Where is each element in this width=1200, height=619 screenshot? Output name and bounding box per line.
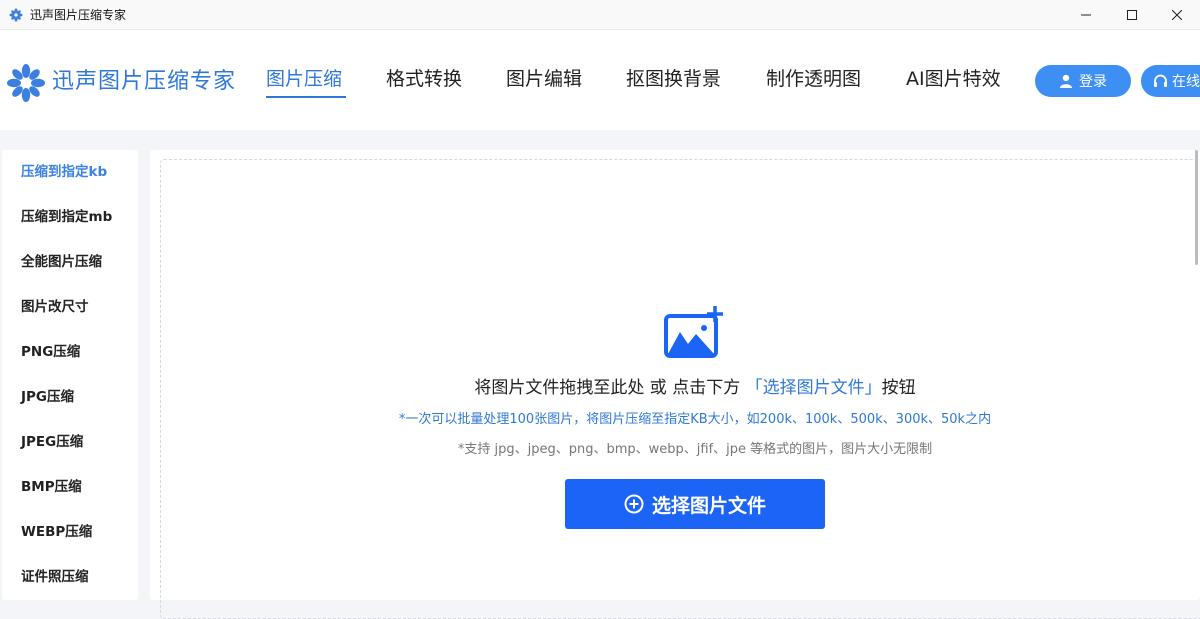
sidebar-item-all-in-one-compress[interactable]: 全能图片压缩: [21, 253, 102, 271]
batch-hint: *一次可以批量处理100张图片，将图片压缩至指定KB大小，如200k、100k、…: [398, 412, 992, 427]
sidebar-item-compress-to-mb[interactable]: 压缩到指定mb: [21, 208, 112, 226]
minimize-button[interactable]: [1063, 0, 1109, 30]
drop-text-suffix: 按钮: [881, 378, 916, 398]
sidebar-item-png-compress[interactable]: PNG压缩: [21, 343, 80, 361]
vertical-scrollbar[interactable]: [1195, 150, 1198, 265]
nav-tab-image-compress[interactable]: 图片压缩: [266, 66, 342, 92]
app-flower-icon: [9, 8, 23, 22]
nav-active-underline: [266, 96, 346, 98]
add-image-icon: [664, 306, 723, 358]
sidebar-item-jpeg-compress[interactable]: JPEG压缩: [21, 433, 83, 451]
drop-instruction: 将图片文件拖拽至此处 或 点击下方 「选择图片文件」按钮: [150, 376, 1200, 400]
close-button[interactable]: [1154, 0, 1200, 30]
nav-tab-transparent-image[interactable]: 制作透明图: [766, 66, 861, 92]
online-service-label: 在线: [1172, 74, 1200, 90]
login-label: 登录: [1079, 74, 1107, 90]
minimize-icon: [1081, 14, 1091, 16]
online-service-button[interactable]: 在线: [1141, 65, 1200, 97]
close-icon: [1172, 10, 1182, 20]
format-hint: *支持 jpg、jpeg、png、bmp、webp、jfif、jpe 等格式的图…: [457, 442, 933, 457]
maximize-button[interactable]: [1109, 0, 1155, 30]
sidebar-item-jpg-compress[interactable]: JPG压缩: [21, 388, 74, 406]
maximize-icon: [1127, 10, 1137, 20]
nav-tab-image-edit[interactable]: 图片编辑: [506, 66, 582, 92]
app-header: 迅声图片压缩专家 图片压缩 格式转换 图片编辑 抠图换背景 制作透明图 AI图片…: [0, 30, 1200, 130]
nav-tab-ai-effects[interactable]: AI图片特效: [906, 66, 1001, 92]
title-bar: 迅声图片压缩专家: [0, 0, 1200, 30]
plus-circle-icon: [624, 494, 644, 514]
main-panel: 将图片文件拖拽至此处 或 点击下方 「选择图片文件」按钮 *一次可以批量处理10…: [150, 150, 1200, 619]
sidebar-item-resize[interactable]: 图片改尺寸: [21, 298, 89, 316]
sidebar: 压缩到指定kb 压缩到指定mb 全能图片压缩 图片改尺寸 PNG压缩 JPG压缩…: [2, 150, 138, 600]
select-image-files-button[interactable]: 选择图片文件: [565, 479, 825, 529]
headset-icon: [1154, 74, 1167, 87]
nav-tab-cutout-background[interactable]: 抠图换背景: [626, 66, 721, 92]
user-icon: [1060, 74, 1072, 88]
sidebar-item-id-photo-compress[interactable]: 证件照压缩: [21, 568, 89, 586]
drop-text-prefix: 将图片文件拖拽至此处 或 点击下方: [474, 378, 741, 398]
select-button-label: 选择图片文件: [651, 494, 766, 517]
sidebar-item-bmp-compress[interactable]: BMP压缩: [21, 478, 82, 496]
nav-tab-format-convert[interactable]: 格式转换: [386, 66, 462, 92]
window-title: 迅声图片压缩专家: [30, 8, 127, 22]
logo-flower-icon: [7, 64, 45, 102]
sidebar-item-compress-to-kb[interactable]: 压缩到指定kb: [21, 163, 107, 181]
drop-text-link[interactable]: 「选择图片文件」: [746, 378, 882, 398]
login-button[interactable]: 登录: [1035, 65, 1131, 97]
app-logo-text: 迅声图片压缩专家: [52, 69, 237, 94]
sidebar-item-webp-compress[interactable]: WEBP压缩: [21, 523, 92, 541]
